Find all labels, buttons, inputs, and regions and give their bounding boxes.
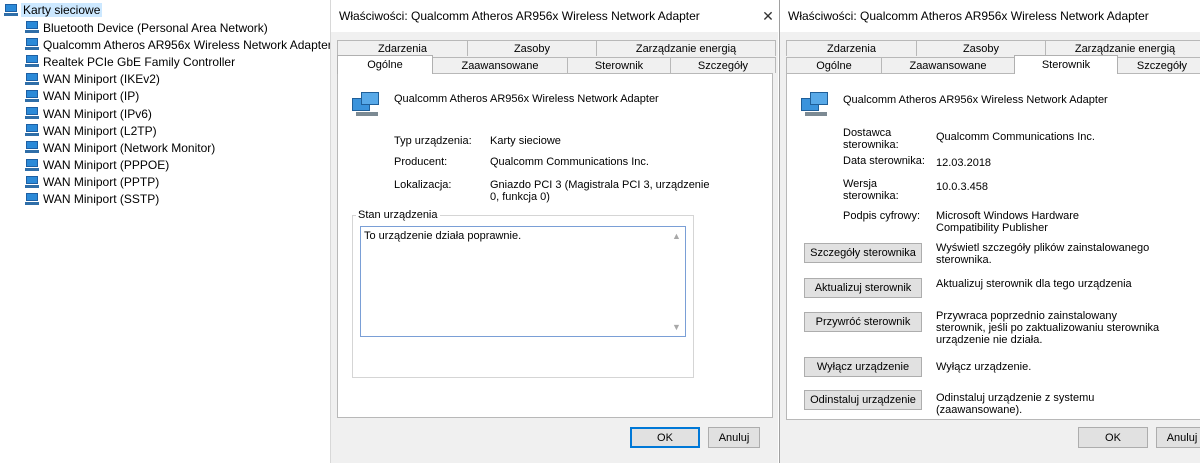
network-adapter-icon	[25, 72, 39, 86]
uninstall-device-description: Odinstaluj urządzenie z systemu (zaawans…	[936, 392, 1095, 416]
rollback-driver-description: Przywraca poprzednio zainstalowany stero…	[936, 310, 1160, 346]
tab-power-management[interactable]: Zarządzanie energią	[596, 40, 776, 56]
ok-button[interactable]: OK	[1078, 427, 1148, 448]
rollback-driver-button[interactable]: Przywróć sterownik	[804, 312, 922, 332]
network-adapter-icon	[25, 38, 39, 51]
tree-items: Bluetooth Device (Personal Area Network)…	[25, 19, 332, 208]
driver-date-value: 12.03.2018	[936, 157, 992, 169]
tab-driver[interactable]: Sterownik	[1014, 55, 1118, 74]
tab-row-back: Zdarzenia Zasoby Zarządzanie energią	[337, 40, 776, 56]
tab-resources[interactable]: Zasoby	[916, 40, 1046, 56]
location-value: Gniazdo PCI 3 (Magistrala PCI 3, urządze…	[490, 179, 710, 203]
network-adapter-icon	[25, 192, 39, 206]
tree-item-wan-sstp[interactable]: WAN Miniport (SSTP)	[25, 191, 332, 208]
tree-item-wan-ikev2[interactable]: WAN Miniport (IKEv2)	[25, 71, 332, 88]
tab-panel-driver: Qualcomm Atheros AR956x Wireless Network…	[786, 73, 1200, 420]
network-adapter-icon	[352, 92, 382, 118]
tab-row-front: Ogólne Zaawansowane Sterownik Szczegóły	[786, 55, 1200, 74]
tab-advanced[interactable]: Zaawansowane	[432, 57, 568, 73]
cancel-button[interactable]: Anuluj	[1156, 427, 1200, 448]
network-adapter-icon	[25, 158, 39, 172]
ok-button[interactable]: OK	[630, 427, 700, 448]
tab-details[interactable]: Szczegóły	[1117, 57, 1200, 73]
tree-root-label: Karty sieciowe	[21, 3, 103, 17]
scroll-up-icon[interactable]: ▲	[668, 229, 685, 243]
tab-resources[interactable]: Zasoby	[467, 40, 597, 56]
tab-details[interactable]: Szczegóły	[670, 57, 776, 73]
title-bar: Właściwości: Qualcomm Atheros AR956x Wir…	[331, 0, 778, 32]
tab-advanced[interactable]: Zaawansowane	[881, 57, 1015, 73]
driver-date-label: Data sterownika:	[843, 155, 925, 167]
device-type-value: Karty sieciowe	[490, 135, 561, 147]
tab-panel-general: Qualcomm Atheros AR956x Wireless Network…	[337, 73, 773, 418]
disable-device-description: Wyłącz urządzenie.	[936, 361, 1032, 373]
device-status-textbox[interactable]: To urządzenie działa poprawnie. ▲ ▼	[360, 226, 686, 337]
disable-device-button[interactable]: Wyłącz urządzenie	[804, 357, 922, 377]
device-type-label: Typ urządzenia:	[394, 135, 472, 147]
tree-item-wan-ip[interactable]: WAN Miniport (IP)	[25, 88, 332, 105]
driver-details-button[interactable]: Szczegóły sterownika	[804, 243, 922, 263]
dialog-title: Właściwości: Qualcomm Atheros AR956x Wir…	[788, 9, 1149, 23]
uninstall-device-button[interactable]: Odinstaluj urządzenie	[804, 390, 922, 410]
tab-driver[interactable]: Sterownik	[567, 57, 671, 73]
tree-item-wan-pppoe[interactable]: WAN Miniport (PPPOE)	[25, 157, 332, 174]
tree-item-wan-ipv6[interactable]: WAN Miniport (IPv6)	[25, 105, 332, 122]
title-bar: Właściwości: Qualcomm Atheros AR956x Wir…	[780, 0, 1200, 32]
tab-events[interactable]: Zdarzenia	[786, 40, 917, 56]
network-adapter-icon	[25, 141, 39, 154]
status-scrollbar[interactable]: ▲ ▼	[668, 227, 685, 336]
network-adapter-icon	[25, 89, 39, 103]
tab-events[interactable]: Zdarzenia	[337, 40, 468, 56]
network-adapter-icon	[25, 107, 39, 120]
tree-item-bluetooth[interactable]: Bluetooth Device (Personal Area Network)	[25, 19, 332, 36]
network-adapter-icon	[25, 124, 39, 137]
digital-signature-label: Podpis cyfrowy:	[843, 210, 921, 222]
tab-general[interactable]: Ogólne	[337, 55, 433, 74]
device-name: Qualcomm Atheros AR956x Wireless Network…	[843, 94, 1108, 106]
network-adapter-icon	[25, 55, 39, 68]
device-status-text: To urządzenie działa poprawnie.	[364, 230, 522, 242]
tree-item-wan-l2tp[interactable]: WAN Miniport (L2TP)	[25, 122, 332, 139]
device-tree: Karty sieciowe Bluetooth Device (Persona…	[0, 0, 332, 463]
dialog-title: Właściwości: Qualcomm Atheros AR956x Wir…	[339, 9, 700, 23]
driver-provider-value: Qualcomm Communications Inc.	[936, 131, 1095, 143]
close-icon[interactable]: ✕	[758, 0, 778, 32]
tab-power-management[interactable]: Zarządzanie energią	[1045, 40, 1200, 56]
network-adapter-icon	[25, 21, 39, 34]
tab-general[interactable]: Ogólne	[786, 57, 882, 73]
update-driver-button[interactable]: Aktualizuj sterownik	[804, 278, 922, 298]
tree-item-wan-network-monitor[interactable]: WAN Miniport (Network Monitor)	[25, 139, 332, 156]
scroll-down-icon[interactable]: ▼	[668, 320, 685, 334]
tab-row-front: Ogólne Zaawansowane Sterownik Szczegóły	[337, 55, 776, 74]
tree-root-network-adapters[interactable]: Karty sieciowe	[4, 2, 103, 18]
cancel-button[interactable]: Anuluj	[708, 427, 760, 448]
properties-dialog-driver: Właściwości: Qualcomm Atheros AR956x Wir…	[779, 0, 1200, 463]
network-adapter-icon	[25, 175, 39, 189]
device-name: Qualcomm Atheros AR956x Wireless Network…	[394, 93, 659, 105]
driver-version-label: Wersja sterownika:	[843, 178, 899, 202]
tab-row-back: Zdarzenia Zasoby Zarządzanie energią	[786, 40, 1200, 56]
producer-value: Qualcomm Communications Inc.	[490, 156, 649, 168]
driver-provider-label: Dostawca sterownika:	[843, 127, 899, 151]
driver-details-description: Wyświetl szczegóły plików zainstalowaneg…	[936, 242, 1150, 266]
digital-signature-value: Microsoft Windows Hardware Compatibility…	[936, 210, 1080, 234]
location-label: Lokalizacja:	[394, 179, 452, 191]
network-adapter-icon	[801, 92, 831, 118]
tree-item-realtek[interactable]: Realtek PCIe GbE Family Controller	[25, 53, 332, 70]
tree-item-qualcomm[interactable]: Qualcomm Atheros AR956x Wireless Network…	[25, 36, 332, 53]
producer-label: Producent:	[394, 156, 448, 168]
update-driver-description: Aktualizuj sterownik dla tego urządzenia	[936, 278, 1132, 290]
tree-item-wan-pptp[interactable]: WAN Miniport (PPTP)	[25, 174, 332, 191]
properties-dialog-general: Właściwości: Qualcomm Atheros AR956x Wir…	[330, 0, 778, 463]
network-adapter-icon	[4, 3, 18, 17]
device-status-legend: Stan urządzenia	[356, 209, 440, 221]
driver-version-value: 10.0.3.458	[936, 181, 988, 193]
